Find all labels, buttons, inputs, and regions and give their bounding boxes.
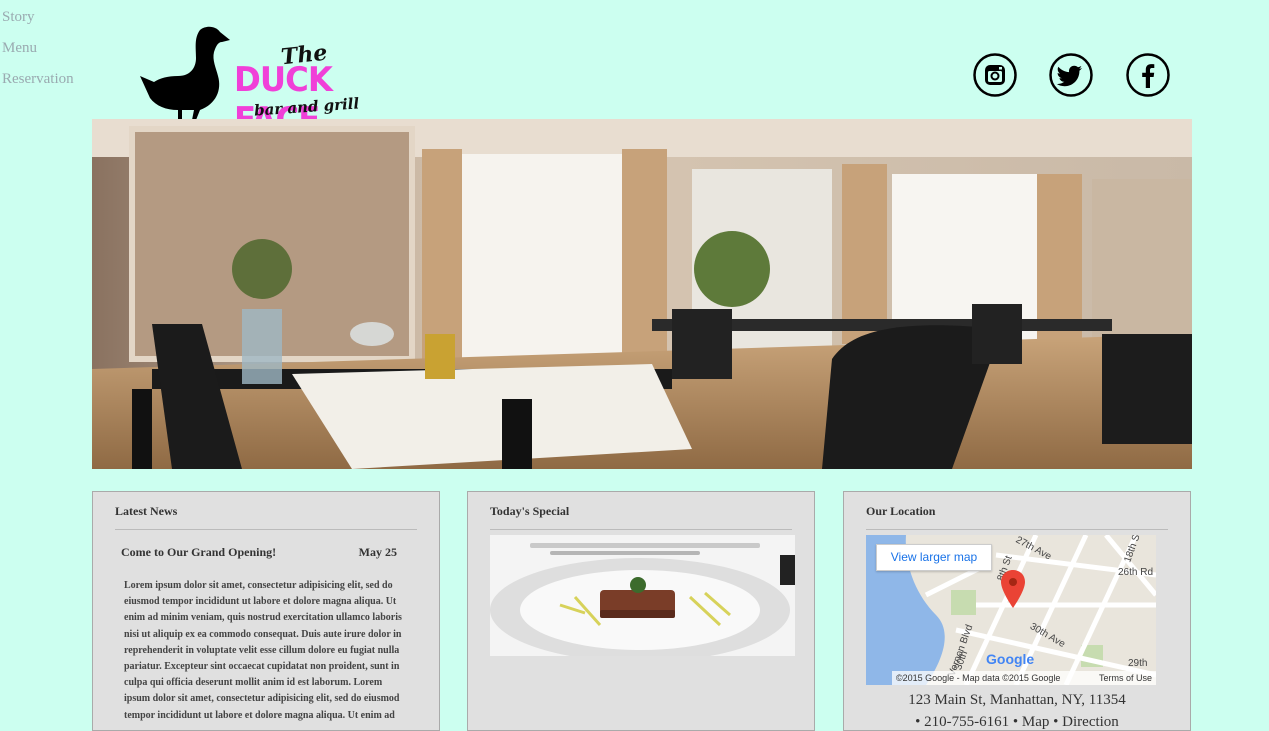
map-pin-icon [1001, 570, 1025, 608]
latest-news-panel: Latest News Come to Our Grand Opening! M… [92, 491, 440, 731]
view-larger-map-button[interactable]: View larger map [876, 544, 992, 571]
facebook-icon [1126, 53, 1170, 97]
news-item-body: Lorem ipsum dolor sit amet, consectetur … [124, 580, 402, 721]
brand-logo[interactable]: The DUCK FACE bar and grill [138, 24, 388, 140]
map-copyright-bar: ©2015 Google - Map data ©2015 Google Ter… [892, 671, 1156, 685]
twitter-icon [1049, 53, 1093, 97]
todays-special-panel: Today's Special [467, 491, 815, 731]
nav-item-story[interactable]: Story [2, 2, 74, 33]
latest-news-divider [115, 529, 417, 530]
special-dish-image [490, 535, 795, 656]
facebook-link[interactable] [1126, 53, 1170, 97]
map-terms-link[interactable]: Terms of Use [1099, 671, 1152, 685]
news-item-date: May 25 [358, 545, 397, 559]
map-label-26th-rd: 26th Rd [1118, 567, 1154, 578]
restaurant-interior-image [92, 119, 1192, 469]
instagram-icon [973, 53, 1017, 97]
google-logo: Google [986, 651, 1035, 667]
duck-silhouette-icon [140, 26, 230, 121]
site-nav: Story Menu Reservation [2, 2, 74, 95]
our-location-panel: Our Location View larger map 27th Ave 26… [843, 491, 1191, 731]
location-address: 123 Main St, Manhattan, NY, 11354 [908, 692, 1126, 708]
nav-item-reservation[interactable]: Reservation [2, 64, 74, 95]
twitter-link[interactable] [1049, 53, 1093, 97]
map-copyright: ©2015 Google - Map data ©2015 Google [896, 673, 1061, 683]
our-location-heading: Our Location [866, 504, 936, 518]
todays-special-divider [490, 529, 792, 530]
hero-image [92, 119, 1192, 469]
map-label-29th: 29th [1128, 658, 1148, 669]
todays-special-heading: Today's Special [490, 504, 570, 518]
news-item-title[interactable]: Come to Our Grand Opening! [121, 545, 276, 560]
our-location-divider [866, 529, 1168, 530]
instagram-link[interactable] [973, 53, 1017, 97]
nav-item-menu[interactable]: Menu [2, 33, 74, 64]
latest-news-heading: Latest News [115, 504, 178, 518]
location-map[interactable]: View larger map 27th Ave 26th Rd 30th Av… [866, 535, 1156, 685]
location-contact-links[interactable]: • 210-755-6161 • Map • Direction [844, 714, 1190, 731]
